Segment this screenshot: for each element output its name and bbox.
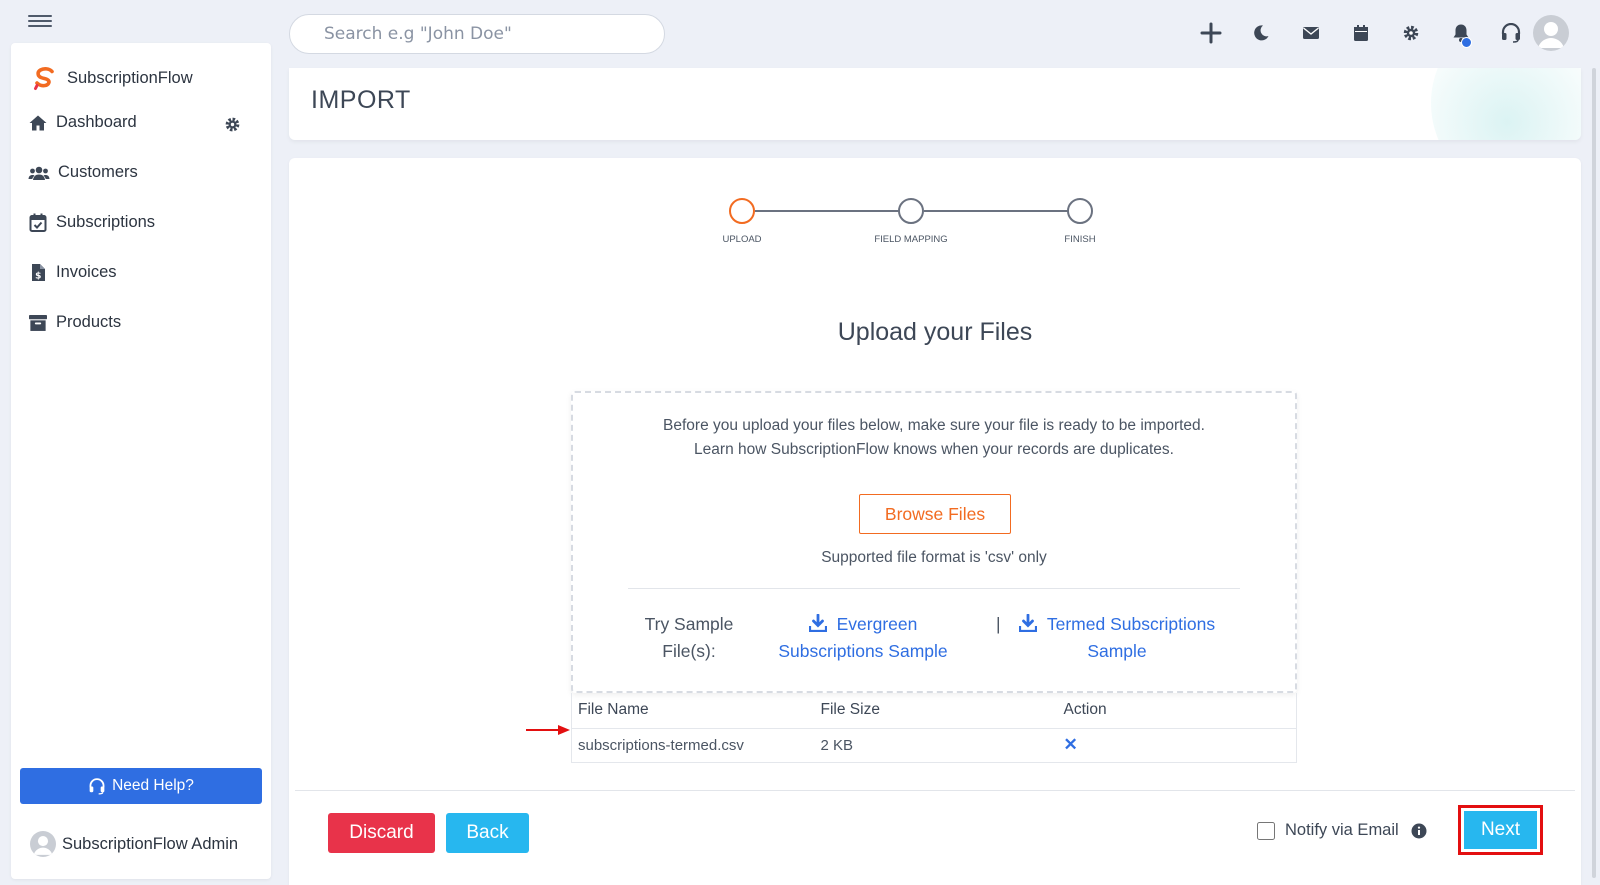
- next-button[interactable]: Next: [1464, 811, 1537, 849]
- column-header: File Size: [814, 693, 1058, 729]
- sidebar: SubscriptionFlow Dashboard Customers Sub…: [11, 43, 271, 879]
- sidebar-item-label: Invoices: [56, 263, 117, 281]
- page-header: IMPORT: [289, 68, 1581, 140]
- action-cell: ✕: [1058, 728, 1297, 762]
- step-upload-circle: [729, 198, 755, 224]
- notify-email-checkbox[interactable]: [1257, 821, 1275, 840]
- header-decoration: [1431, 68, 1581, 140]
- sidebar-item-products[interactable]: Products: [28, 313, 121, 332]
- headset-icon[interactable]: [1486, 16, 1536, 50]
- need-help-label: Need Help?: [112, 777, 194, 794]
- evergreen-sample-link[interactable]: Evergreen Subscriptions Sample: [763, 611, 963, 665]
- uploaded-files-table: File Name File Size Action subscriptions…: [571, 693, 1297, 763]
- notification-badge: [1461, 37, 1472, 48]
- import-card: UPLOAD FIELD MAPPING FINISH Upload your …: [289, 158, 1581, 885]
- sample-separator: |: [996, 614, 1001, 634]
- user-avatar[interactable]: [1533, 15, 1569, 51]
- sidebar-item-dashboard[interactable]: Dashboard: [28, 113, 137, 132]
- headset-icon: [89, 777, 105, 795]
- upload-intro-line2: Learn how SubscriptionFlow knows when yo…: [694, 441, 1174, 458]
- browse-files-button[interactable]: Browse Files: [859, 494, 1011, 534]
- sidebar-item-label: Dashboard: [56, 113, 137, 131]
- sidebar-item-label: Customers: [58, 163, 138, 181]
- search-input[interactable]: [289, 14, 665, 54]
- bell-icon[interactable]: [1436, 16, 1486, 50]
- users-icon: [28, 166, 50, 180]
- brand[interactable]: SubscriptionFlow: [31, 65, 193, 91]
- top-icons: [1186, 16, 1536, 50]
- import-stepper: UPLOAD FIELD MAPPING FINISH: [722, 198, 1149, 248]
- info-icon[interactable]: [1411, 823, 1427, 839]
- moon-icon[interactable]: [1236, 16, 1286, 50]
- home-icon: [29, 115, 47, 130]
- step-finish-circle: [1067, 198, 1093, 224]
- avatar: [30, 831, 56, 857]
- table-header-row: File Name File Size Action: [571, 693, 1297, 729]
- archive-icon: [29, 314, 47, 331]
- invoice-icon: $: [32, 264, 45, 282]
- file-name-cell: subscriptions-termed.csv: [578, 736, 744, 754]
- step-field-mapping-circle: [898, 198, 924, 224]
- page-scrollbar[interactable]: [1592, 68, 1596, 878]
- sidebar-item-invoices[interactable]: $ Invoices: [28, 263, 117, 282]
- back-button[interactable]: Back: [446, 813, 529, 853]
- file-dropzone[interactable]: Before you upload your files below, make…: [571, 391, 1297, 693]
- footer-divider: [295, 790, 1575, 791]
- sidebar-item-subscriptions[interactable]: Subscriptions: [28, 213, 155, 232]
- page-title: IMPORT: [311, 86, 411, 114]
- step-field-mapping-label: FIELD MAPPING: [874, 234, 948, 245]
- sidebar-user[interactable]: SubscriptionFlow Admin: [30, 831, 238, 857]
- sidebar-item-customers[interactable]: Customers: [28, 163, 138, 182]
- notify-email-label: Notify via Email: [1285, 821, 1399, 839]
- sidebar-item-label: Subscriptions: [56, 213, 156, 231]
- calendar-icon[interactable]: [1336, 16, 1386, 50]
- remove-file-icon[interactable]: ✕: [1064, 735, 1078, 754]
- upload-intro-line1: Before you upload your files below, make…: [663, 417, 1205, 434]
- try-sample-label: Try Sample File(s):: [644, 614, 734, 661]
- upload-title: Upload your Files: [837, 318, 1033, 346]
- sidebar-item-label: Products: [56, 313, 122, 331]
- download-icon: [1018, 613, 1037, 633]
- next-highlight-box: Next: [1458, 805, 1543, 855]
- calendar-check-icon: [29, 213, 47, 232]
- brand-name: SubscriptionFlow: [67, 68, 193, 87]
- discard-button[interactable]: Discard: [328, 813, 435, 853]
- gear-icon[interactable]: [1386, 16, 1436, 50]
- column-header: File Name: [571, 693, 815, 729]
- step-upload-label: UPLOAD: [722, 234, 762, 245]
- column-header: Action: [1057, 693, 1297, 729]
- notify-email-option[interactable]: Notify via Email: [1257, 821, 1427, 840]
- need-help-button[interactable]: Need Help?: [20, 768, 262, 804]
- termed-sample-link[interactable]: Termed Subscriptions Sample: [1003, 611, 1231, 665]
- menu-icon[interactable]: [28, 12, 52, 30]
- dropzone-divider: [628, 588, 1240, 589]
- plus-icon[interactable]: [1186, 16, 1236, 50]
- arrow-indicator-icon: [526, 725, 570, 735]
- dashboard-settings-gear-icon[interactable]: [224, 116, 241, 137]
- step-finish-label: FINISH: [1064, 234, 1096, 245]
- format-note: Supported file format is 'csv' only: [821, 549, 1047, 566]
- mail-icon[interactable]: [1286, 16, 1336, 50]
- user-name: SubscriptionFlow Admin: [62, 834, 239, 853]
- subscriptionflow-logo-icon: [34, 67, 54, 90]
- file-size-cell: 2 KB: [820, 736, 854, 754]
- step-connector: [755, 210, 899, 212]
- step-connector: [924, 210, 1069, 212]
- download-icon: [808, 613, 827, 633]
- table-row: subscriptions-termed.csv 2 KB ✕: [572, 728, 1297, 762]
- svg-text:$: $: [35, 272, 41, 282]
